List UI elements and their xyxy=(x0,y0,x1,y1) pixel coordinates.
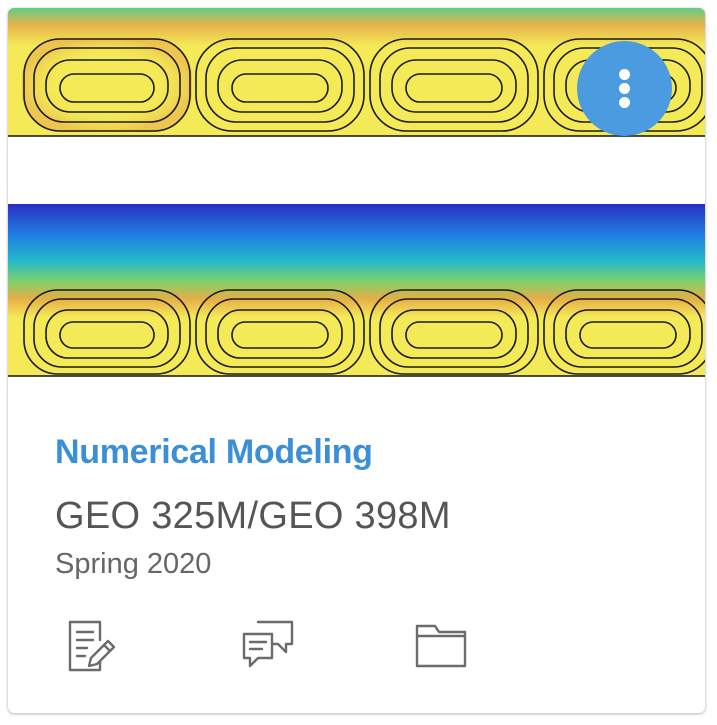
discussions-button[interactable] xyxy=(240,618,296,674)
course-card[interactable]: ⋮ xyxy=(8,8,705,713)
course-name-link[interactable]: Numerical Modeling xyxy=(55,433,373,472)
course-term: Spring 2020 xyxy=(55,548,212,580)
course-code: GEO 325M/GEO 398M xyxy=(55,495,451,537)
assignments-button[interactable] xyxy=(64,618,120,674)
files-button[interactable] xyxy=(413,618,469,674)
card-options-button[interactable] xyxy=(577,41,672,136)
svg-text:⋮: ⋮ xyxy=(698,156,705,176)
discussions-icon xyxy=(242,620,294,668)
assignments-icon xyxy=(68,620,116,672)
files-icon xyxy=(415,624,467,668)
